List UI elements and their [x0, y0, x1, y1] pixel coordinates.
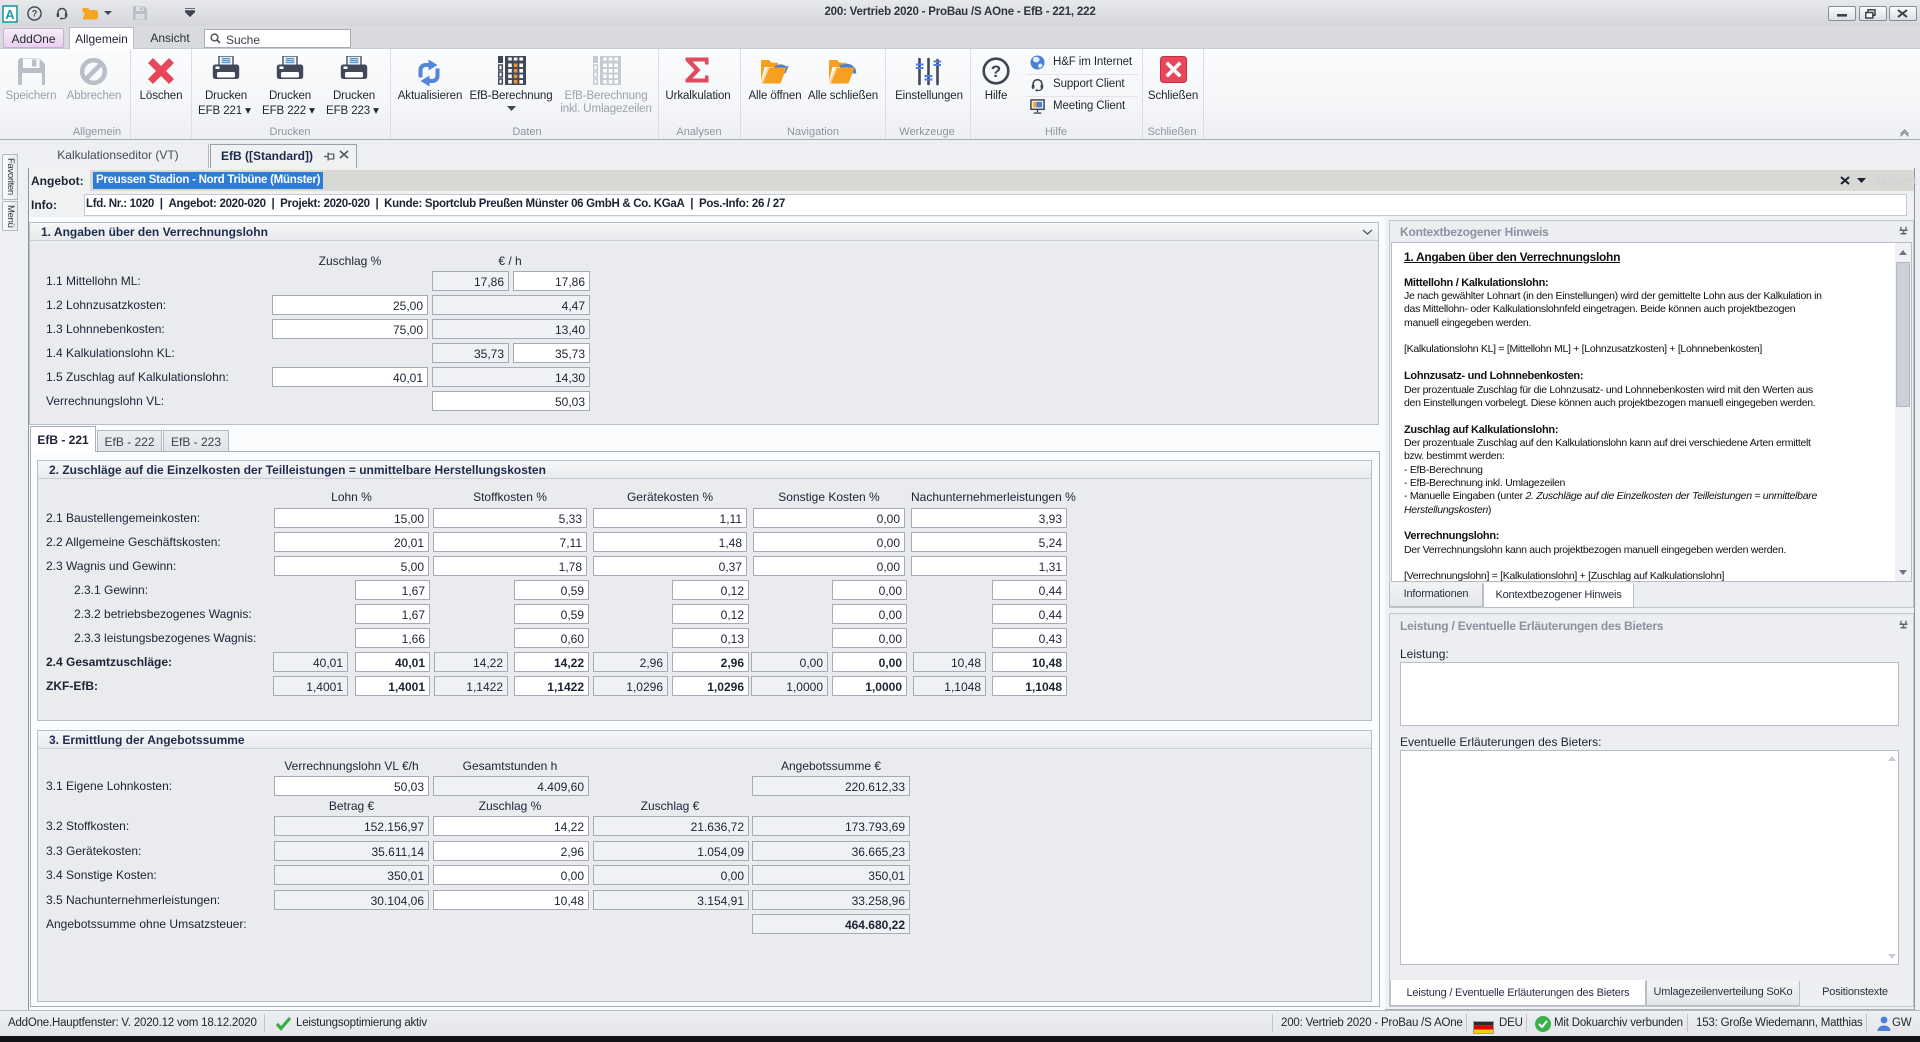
svg-text:?: ? — [991, 62, 1001, 81]
